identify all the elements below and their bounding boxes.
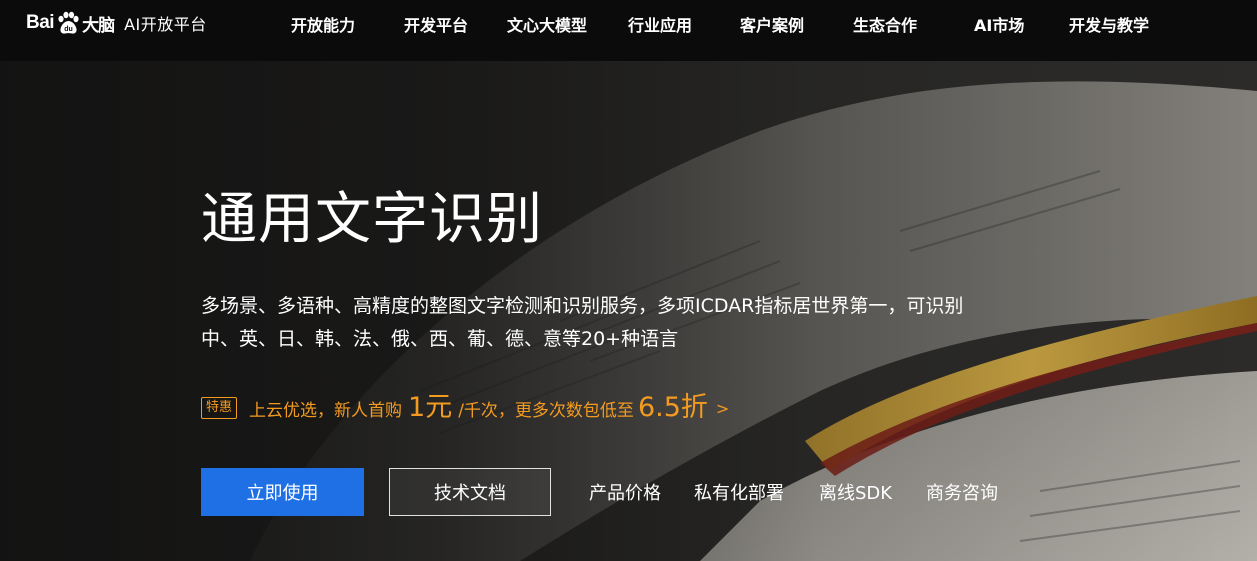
chevron-right-icon: > [715, 398, 730, 418]
nav-item-ai-market[interactable]: AI市场 [974, 12, 1024, 36]
use-now-button[interactable]: 立即使用 [201, 468, 364, 516]
tech-docs-button[interactable]: 技术文档 [389, 468, 551, 516]
logo-bai-text: Bai [26, 12, 55, 33]
promotion-banner[interactable]: 特惠 上云优选，新人首购 1元 /千次，更多次数包低至 6.5折 > [201, 393, 729, 423]
link-business-consulting[interactable]: 商务咨询 [926, 479, 998, 505]
logo-brain-text: 大脑 [82, 15, 115, 36]
link-private-deployment[interactable]: 私有化部署 [694, 479, 784, 505]
nav-item-ecosystem[interactable]: 生态合作 [853, 12, 917, 36]
page-title: 通用文字识别 [201, 187, 543, 252]
nav-item-open-capabilities[interactable]: 开放能力 [291, 12, 355, 36]
promo-discount: 6.5折 [637, 392, 708, 423]
nav-item-customer-cases[interactable]: 客户案例 [740, 12, 804, 36]
platform-name: AI开放平台 [124, 15, 207, 34]
hero-banner: 通用文字识别 多场景、多语种、高精度的整图文字检测和识别服务，多项ICDAR指标… [0, 61, 1257, 561]
promo-price: 1元 [408, 392, 453, 423]
nav-item-dev-education[interactable]: 开发与教学 [1069, 12, 1149, 36]
logo-du-text: du [64, 26, 73, 33]
baidu-ai-logo[interactable]: Bai du 大脑 AI开放平台 [26, 8, 207, 38]
nav-item-industry-apps[interactable]: 行业应用 [628, 12, 692, 36]
promo-text-second: /千次，更多次数包低至 [458, 400, 634, 421]
nav-item-dev-platform[interactable]: 开发平台 [404, 12, 468, 36]
promo-badge: 特惠 [201, 397, 238, 419]
link-product-pricing[interactable]: 产品价格 [589, 479, 661, 505]
top-navigation-bar: Bai du 大脑 AI开放平台 开放能力 开发平台 文心大模型 行业应用 客户… [0, 0, 1257, 61]
nav-item-wenxin-model[interactable]: 文心大模型 [507, 12, 587, 36]
promo-text-first: 上云优选，新人首购 [249, 400, 403, 421]
link-offline-sdk[interactable]: 离线SDK [819, 479, 892, 505]
baidu-paw-icon: du [58, 11, 79, 34]
product-description: 多场景、多语种、高精度的整图文字检测和识别服务，多项ICDAR指标居世界第一，可… [201, 295, 964, 350]
